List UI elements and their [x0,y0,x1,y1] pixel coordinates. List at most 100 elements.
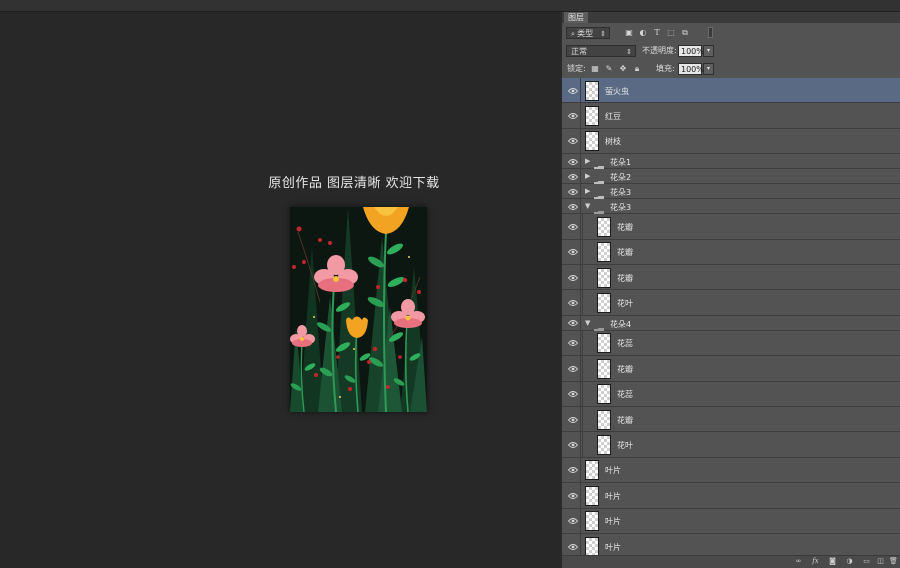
visibility-toggle[interactable] [562,356,581,381]
opacity-slider-button[interactable]: ▾ [703,45,714,57]
eye-icon [568,543,578,550]
layer-row[interactable]: 萤火虫 [562,78,900,104]
eye-icon [568,340,578,347]
filter-kind-dropdown[interactable]: ⌕ 类型 ⇕ [566,27,610,39]
layer-row[interactable]: 花瓣 [562,265,900,291]
opacity-input[interactable]: 100% [678,45,704,57]
chevron-down-icon: ⇕ [626,48,632,56]
smart-object-filter-icon[interactable]: ⧉ [680,28,690,38]
visibility-toggle[interactable] [562,154,581,169]
adjustment-layer-icon[interactable]: ◑ [845,557,854,566]
layer-row[interactable]: 树枝 [562,128,900,155]
visibility-toggle[interactable] [562,432,581,457]
folder-icon [594,173,604,189]
layer-name: 花瓣 [617,364,633,374]
layer-row[interactable]: 花蕊 [562,381,900,407]
fill-slider-button[interactable]: ▾ [703,63,714,75]
layer-group-row[interactable]: ▶ 花朵2 [562,169,900,189]
layer-row[interactable]: 花瓣 [562,239,900,265]
application-top-bar [0,0,900,12]
blend-mode-dropdown[interactable]: 正常 ⇕ [566,45,636,57]
group-indent-guide [582,265,583,290]
layer-name: 叶片 [605,517,621,527]
visibility-toggle[interactable] [562,184,581,199]
layer-row[interactable]: 花瓣 [562,214,900,240]
image-filter-icon[interactable]: ▣ [624,28,634,38]
layer-name: 花瓣 [617,222,633,232]
layer-row[interactable]: 花瓣 [562,407,900,433]
eye-icon [568,158,578,165]
new-group-icon[interactable]: ▭ [862,557,871,566]
eye-icon [568,467,578,474]
visibility-toggle[interactable] [562,407,581,432]
layer-name: 叶片 [605,466,621,476]
visibility-toggle[interactable] [562,457,581,483]
visibility-toggle[interactable] [562,169,581,184]
chevron-down-icon[interactable]: ▼ [585,319,590,327]
new-layer-icon[interactable]: ◫ [876,557,885,566]
layers-panel-footer: ∞ fx ◙ ◑ ▭ ◫ 🗑︎ [562,555,900,568]
eye-icon [568,223,578,230]
visibility-toggle[interactable] [562,78,581,103]
visibility-toggle[interactable] [562,199,581,214]
layer-row[interactable]: 叶片 [562,483,900,509]
layer-row[interactable]: 花瓣 [562,356,900,382]
layer-row[interactable]: 红豆 [562,103,900,129]
layer-thumbnail [597,293,611,314]
visibility-toggle[interactable] [562,290,581,315]
layer-row[interactable]: 花叶 [562,290,900,316]
layer-row[interactable]: 花叶 [562,432,900,458]
fx-icon[interactable]: fx [811,557,820,566]
visibility-toggle[interactable] [562,265,581,290]
adjustment-filter-icon[interactable]: ◐ [638,28,648,38]
eye-icon [568,518,578,525]
visibility-toggle[interactable] [562,239,581,264]
tab-layers[interactable]: 图层 [564,12,589,23]
layer-row[interactable]: 叶片 [562,508,900,534]
lock-image-icon[interactable]: ✎ [604,64,614,74]
layer-name: 花瓣 [617,415,633,425]
add-mask-icon[interactable]: ◙ [828,557,837,566]
eye-icon [568,274,578,281]
visibility-toggle[interactable] [562,214,581,239]
layer-group-row[interactable]: ▶ 花朵3 [562,184,900,204]
chevron-right-icon[interactable]: ▶ [585,172,590,180]
filter-toggle-icon[interactable] [708,27,713,38]
visibility-toggle[interactable] [562,330,581,356]
layer-thumbnail [597,384,611,405]
text-filter-icon[interactable]: T [652,28,662,38]
eye-icon [568,320,578,327]
visibility-toggle[interactable] [562,315,581,330]
layer-group-row[interactable]: ▶ 花朵1 [562,154,900,174]
chevron-right-icon[interactable]: ▶ [585,157,590,165]
visibility-toggle[interactable] [562,508,581,533]
lock-position-icon[interactable]: ✥ [618,64,628,74]
visibility-toggle[interactable] [562,534,581,555]
layer-thumbnail [585,536,599,555]
visibility-toggle[interactable] [562,483,581,508]
group-indent-guide [582,432,583,457]
visibility-toggle[interactable] [562,128,581,154]
visibility-toggle[interactable] [562,381,581,406]
document-canvas-area[interactable] [0,12,560,567]
layer-group-row[interactable]: ▼ 花朵4 [562,315,900,335]
artwork-preview[interactable] [290,207,427,412]
delete-layer-icon[interactable]: 🗑︎ [889,557,898,566]
layer-row[interactable]: 叶片 [562,457,900,484]
layer-row[interactable]: 花蕊 [562,330,900,357]
layer-group-row[interactable]: ▼ 花朵3 [562,199,900,219]
layer-thumbnail [597,242,611,263]
fill-input[interactable]: 100% [678,63,704,75]
eye-icon [568,138,578,145]
layer-row[interactable]: 叶片 [562,534,900,555]
lock-fill-row: 锁定: ▦ ✎ ✥ 🔒︎ 填充: 100% ▾ [562,60,900,79]
panel-tab-bar [562,12,900,23]
chevron-right-icon[interactable]: ▶ [585,187,590,195]
visibility-toggle[interactable] [562,103,581,128]
chevron-down-icon[interactable]: ▼ [585,202,590,210]
lock-transparent-icon[interactable]: ▦ [590,64,600,74]
shape-filter-icon[interactable]: ⬚ [666,28,676,38]
lock-all-icon[interactable]: 🔒︎ [632,64,642,74]
link-layers-icon[interactable]: ∞ [794,557,803,566]
layer-thumbnail [597,435,611,456]
